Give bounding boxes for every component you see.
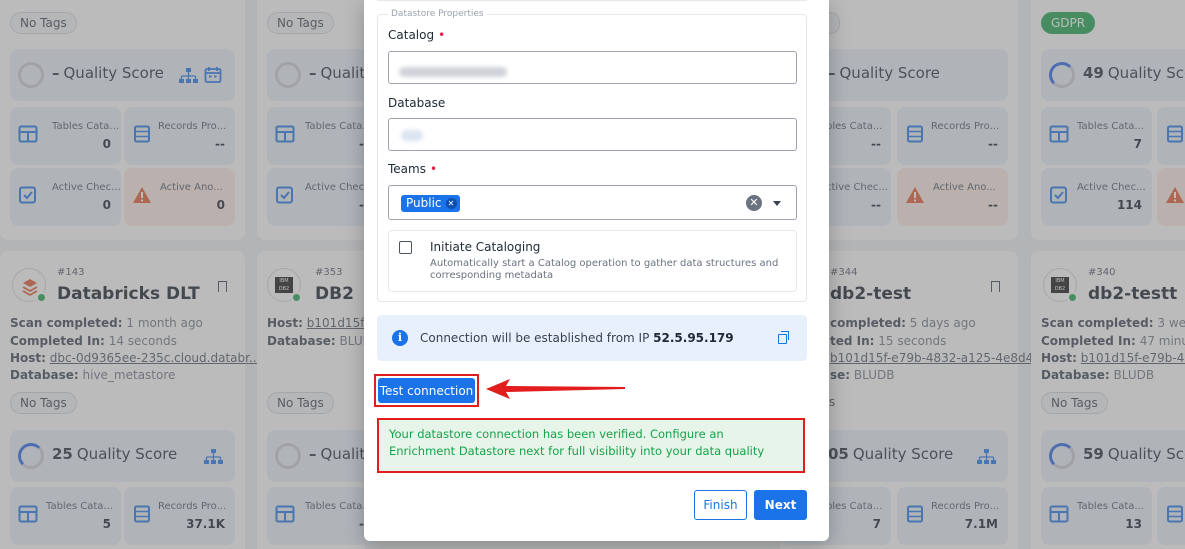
required-mark: • [429, 162, 438, 176]
initiate-cataloging-option: Initiate Cataloging Automatically start … [388, 230, 797, 292]
next-button[interactable]: Next [754, 490, 807, 520]
ip-address: 52.5.95.179 [653, 331, 734, 345]
connection-info-text: Connection will be established from IP 5… [420, 331, 734, 345]
initiate-cataloging-checkbox[interactable] [399, 241, 412, 254]
test-connection-button[interactable]: Test connection [378, 378, 475, 403]
remove-chip-icon[interactable]: ✕ [445, 198, 457, 209]
initiate-cataloging-description: Automatically start a Catalog operation … [430, 258, 779, 281]
catalog-input[interactable] [388, 51, 797, 84]
teams-label: Teams • [388, 162, 438, 176]
datastore-properties-fieldset: Datastore Properties Catalog • Database T… [377, 9, 807, 302]
initiate-cataloging-title: Initiate Cataloging [430, 240, 541, 254]
chevron-down-icon[interactable] [773, 201, 781, 206]
add-datastore-modal: Datastore Properties Catalog • Database T… [364, 0, 829, 541]
required-mark: • [438, 28, 446, 42]
fieldset-legend: Datastore Properties [388, 9, 487, 19]
redacted-value [401, 130, 423, 141]
arrow-pointer-icon [486, 379, 625, 399]
teams-select[interactable]: Public ✕ ✕ [388, 185, 797, 220]
success-message: Your datastore connection has been verif… [379, 420, 803, 471]
clear-selection-icon[interactable]: ✕ [746, 195, 762, 211]
divider [377, 0, 807, 1]
database-label: Database [388, 96, 446, 110]
finish-button[interactable]: Finish [694, 490, 747, 520]
info-icon: i [392, 330, 408, 346]
redacted-value [399, 67, 507, 77]
database-input[interactable] [388, 118, 797, 151]
team-chip-public: Public ✕ [401, 195, 460, 212]
catalog-label: Catalog • [388, 28, 446, 42]
copy-icon[interactable] [778, 331, 789, 344]
connection-info-box: i Connection will be established from IP… [377, 315, 807, 361]
